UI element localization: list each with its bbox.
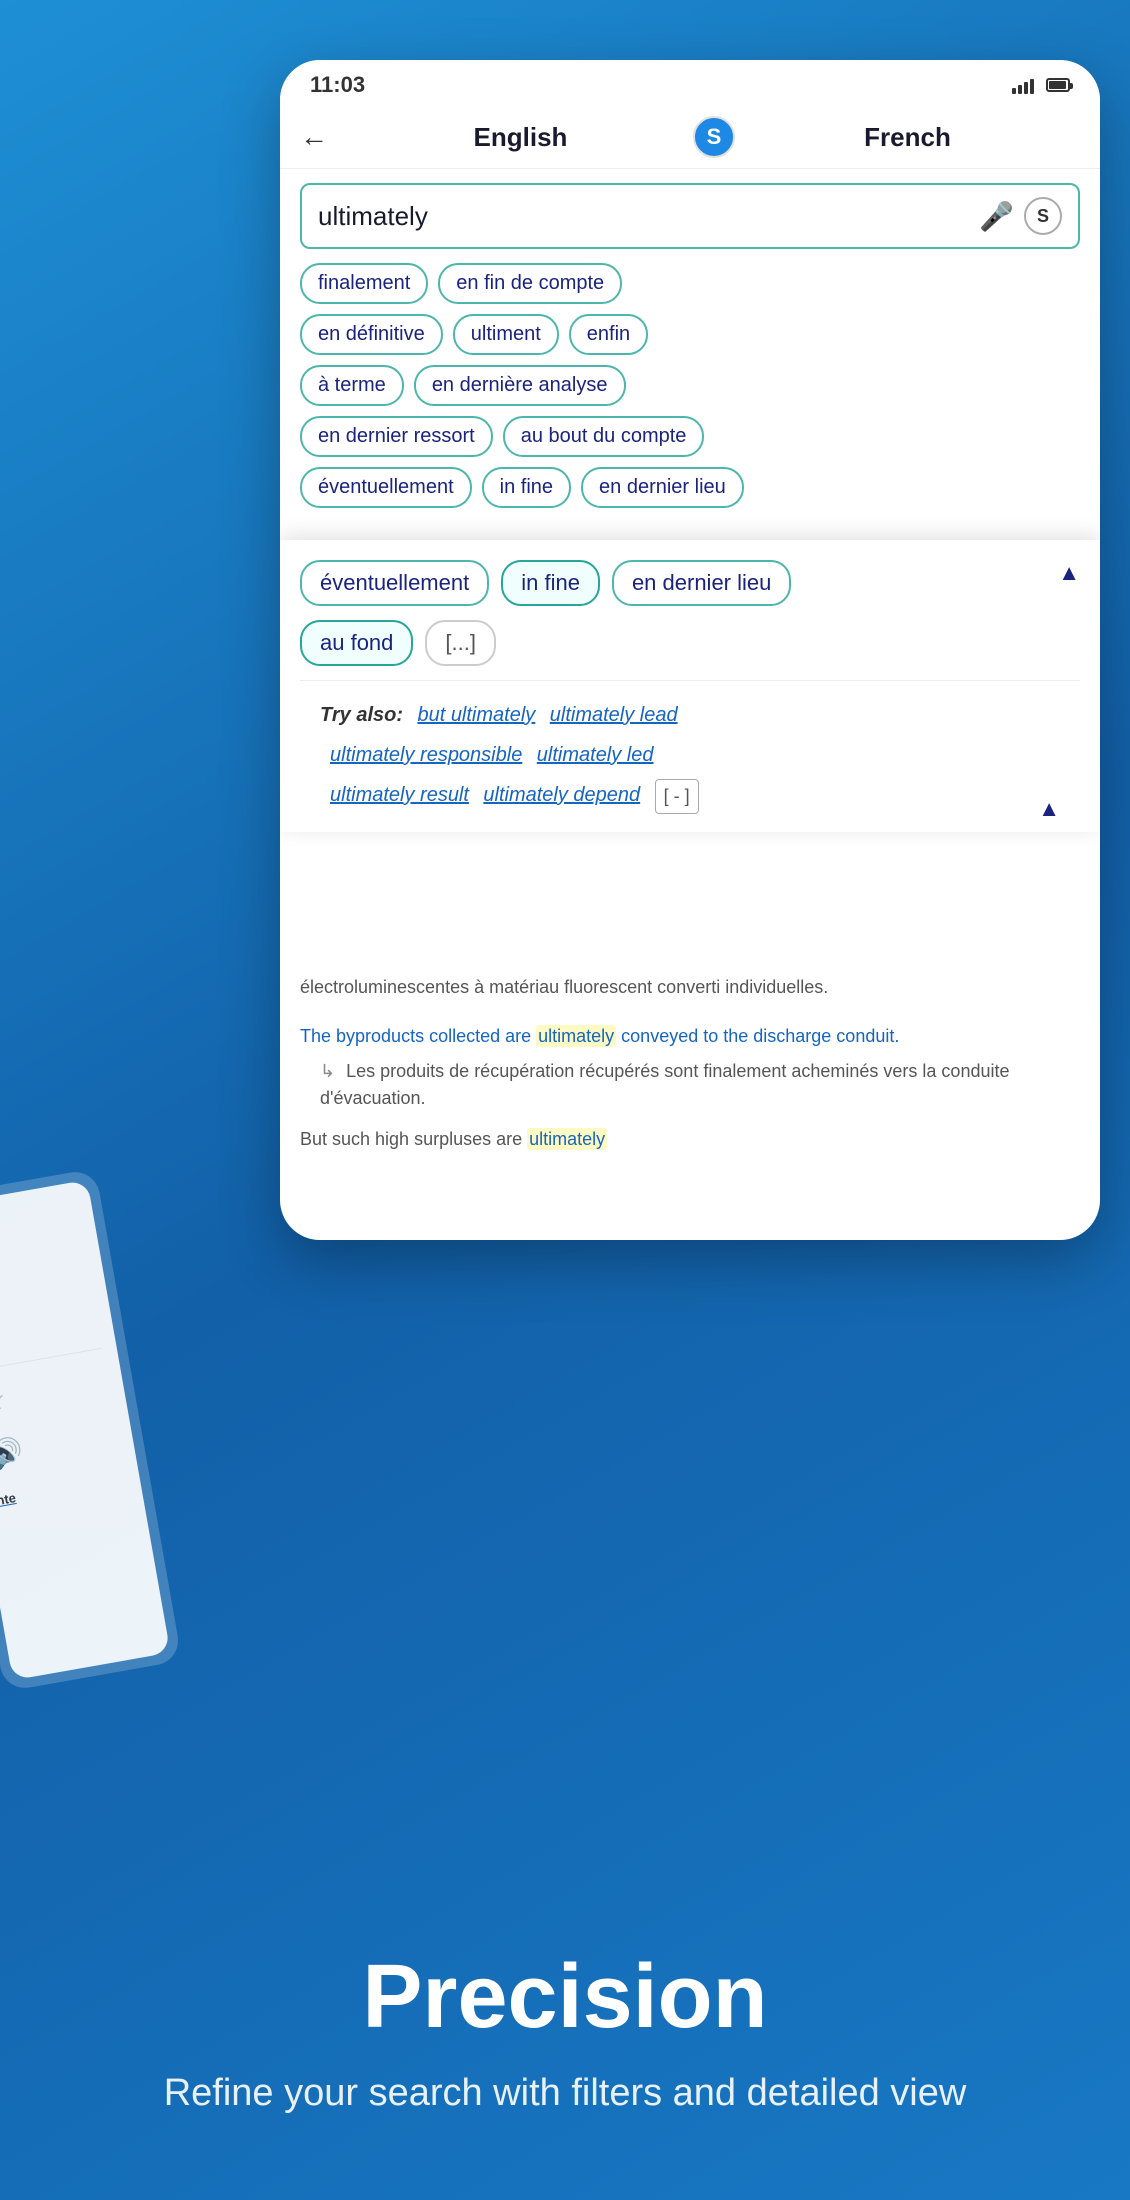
- try-link-ultimately-lead[interactable]: ultimately lead: [550, 704, 678, 726]
- chip-finalement[interactable]: finalement: [300, 263, 428, 304]
- translation-row-5: éventuellement in fine en dernier lieu: [300, 467, 1080, 508]
- translation-row-4: en dernier ressort au bout du compte: [300, 416, 1080, 457]
- translation-row-3: à terme en dernière analyse: [300, 365, 1080, 406]
- expanded-chip-row-2: au fond [...]: [300, 620, 1080, 666]
- collapse-icon-top[interactable]: ▲: [1058, 560, 1080, 586]
- try-also-section: Try also: but ultimately ultimately lead…: [300, 680, 1080, 832]
- translation-row-1: finalement en fin de compte: [300, 263, 1080, 304]
- expanded-chip-au-fond[interactable]: au fond: [300, 620, 413, 666]
- microphone-icon[interactable]: 🎤: [979, 200, 1014, 233]
- app-header: ← English S French: [280, 106, 1100, 169]
- example-sentence-2-en: The byproducts collected are ultimately …: [300, 1023, 1080, 1050]
- expanded-chip-en-dernier-lieu[interactable]: en dernier lieu: [612, 560, 791, 606]
- expanded-chip-eventuellement[interactable]: éventuellement: [300, 560, 489, 606]
- bottom-section: Precision Refine your search with filter…: [0, 1888, 1130, 2200]
- example-3-highlight: ultimately: [527, 1128, 607, 1150]
- try-link-ultimately-responsible[interactable]: ultimately responsible: [330, 744, 522, 766]
- try-link-ultimately-led[interactable]: ultimately led: [537, 744, 654, 766]
- star-icon-2: ☆: [0, 1364, 110, 1421]
- example-2-fr-text: Les produits de récupération récupérés s…: [320, 1061, 1010, 1108]
- example-sentence-2-fr: ↳ Les produits de récupération récupérés…: [320, 1058, 1080, 1112]
- example-3-pre: But such high surpluses are: [300, 1129, 527, 1149]
- try-link-ultimately-result[interactable]: ultimately result: [330, 784, 469, 806]
- language-to[interactable]: French: [735, 122, 1080, 153]
- star-icon: ☆: [0, 1202, 82, 1259]
- signal-bar-3: [1024, 82, 1028, 94]
- expanded-chip-ellipsis[interactable]: [...]: [425, 620, 496, 666]
- try-also-label: Try also:: [320, 704, 403, 726]
- chip-au-bout-du-compte[interactable]: au bout du compte: [503, 416, 705, 457]
- search-input[interactable]: ultimately: [318, 201, 969, 232]
- chip-eventuellement[interactable]: éventuellement: [300, 467, 472, 508]
- left-phone-word: nte: [0, 1490, 17, 1508]
- dash-collapse-button[interactable]: [ - ]: [655, 779, 699, 814]
- chip-en-derniere-analyse[interactable]: en dernière analyse: [414, 365, 626, 406]
- translation-arrow-icon: ↳: [320, 1061, 335, 1081]
- example-2-post: conveyed to the discharge conduit.: [616, 1026, 899, 1046]
- back-button[interactable]: ←: [300, 121, 328, 153]
- status-icons: [1012, 76, 1070, 94]
- battery-icon: [1046, 78, 1070, 92]
- chip-en-fin-de-compte[interactable]: en fin de compte: [438, 263, 622, 304]
- signal-bars-icon: [1012, 76, 1034, 94]
- signal-bar-1: [1012, 88, 1016, 94]
- collapse-icon-bottom[interactable]: ▲: [1038, 796, 1060, 822]
- speaker-icon-2: 🔊: [0, 1418, 120, 1473]
- chip-enfin[interactable]: enfin: [569, 314, 648, 355]
- example-2-pre: The byproducts collected are: [300, 1026, 536, 1046]
- try-also-row-1: Try also: but ultimately ultimately lead: [320, 699, 1060, 731]
- chip-en-dernier-lieu[interactable]: en dernier lieu: [581, 467, 744, 508]
- settings-badge[interactable]: S: [1024, 197, 1062, 235]
- expanded-chip-row-1: éventuellement in fine en dernier lieu: [300, 560, 1080, 606]
- chip-in-fine[interactable]: in fine: [482, 467, 571, 508]
- language-from[interactable]: English: [348, 122, 693, 153]
- phone-mockup: 11:03 ← English S French ultimately 🎤 S: [280, 60, 1100, 1240]
- expanded-chip-in-fine[interactable]: in fine: [501, 560, 600, 606]
- chip-ultiment[interactable]: ultiment: [453, 314, 559, 355]
- try-link-but-ultimately[interactable]: but ultimately: [417, 704, 535, 726]
- speaker-icon: 🔊: [0, 1256, 91, 1311]
- signal-bar-2: [1018, 85, 1022, 94]
- status-time: 11:03: [310, 72, 365, 98]
- settings-badge-label: S: [1037, 206, 1049, 227]
- swap-button[interactable]: S: [693, 116, 735, 158]
- try-link-ultimately-depend[interactable]: ultimately depend: [483, 784, 640, 806]
- precision-title: Precision: [50, 1948, 1080, 2047]
- try-also-row-2: ultimately responsible ultimately led: [320, 739, 1060, 771]
- signal-bar-4: [1030, 79, 1034, 94]
- chip-en-dernier-ressort[interactable]: en dernier ressort: [300, 416, 493, 457]
- chip-en-definitive[interactable]: en définitive: [300, 314, 443, 355]
- translation-row-2: en définitive ultiment enfin: [300, 314, 1080, 355]
- precision-subtitle: Refine your search with filters and deta…: [50, 2067, 1080, 2120]
- example-sentence-1-pre: électroluminescentes à matériau fluoresc…: [300, 974, 1080, 1001]
- try-also-row-3: ultimately result ultimately depend [ - …: [320, 779, 1060, 814]
- chip-a-terme[interactable]: à terme: [300, 365, 404, 406]
- expanded-card: éventuellement in fine en dernier lieu a…: [280, 540, 1100, 832]
- translations-area: finalement en fin de compte en définitiv…: [280, 263, 1100, 528]
- examples-area: électroluminescentes à matériau fluoresc…: [280, 960, 1100, 1167]
- example-2-highlight: ultimately: [536, 1025, 616, 1047]
- search-bar: ultimately 🎤 S: [300, 183, 1080, 249]
- status-bar: 11:03: [280, 60, 1100, 106]
- reverso-logo: S: [707, 124, 722, 150]
- example-sentence-3: But such high surpluses are ultimately: [300, 1126, 1080, 1153]
